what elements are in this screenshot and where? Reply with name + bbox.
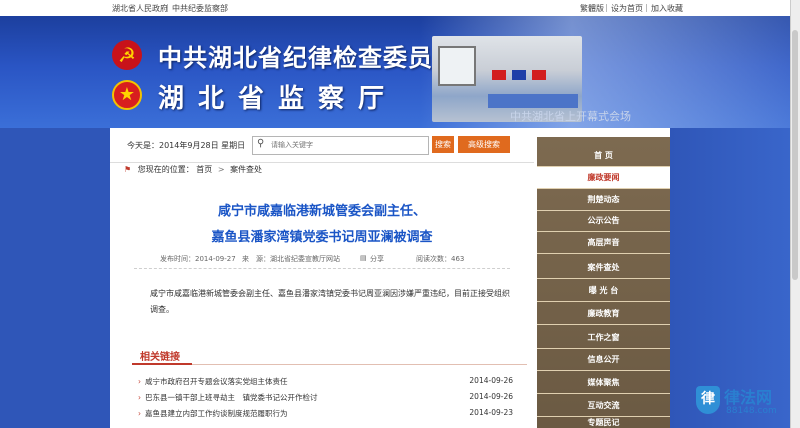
link-set-homepage[interactable]: 设为首页 bbox=[611, 3, 643, 14]
search-input[interactable] bbox=[271, 139, 421, 150]
share-button[interactable]: 分享 bbox=[370, 254, 384, 264]
bullet-arrow-icon: › bbox=[138, 377, 141, 386]
breadcrumb-prefix: 您现在的位置： bbox=[137, 165, 194, 174]
link-separator: | bbox=[605, 3, 608, 12]
view-count: 阅读次数：463 bbox=[416, 255, 465, 263]
link-separator: | bbox=[645, 3, 648, 12]
scrollbar-thumb[interactable] bbox=[792, 30, 798, 280]
link-traditional-chinese[interactable]: 繁體版 bbox=[580, 3, 604, 14]
photo-desk bbox=[488, 94, 578, 108]
publish-time: 发布时间：2014-09-27 bbox=[160, 255, 236, 263]
breadcrumb-home[interactable]: 首页 bbox=[196, 165, 212, 174]
list-item[interactable]: › 咸宁市政府召开专题会议落实党组主体责任 2014-09-26 bbox=[138, 376, 513, 390]
sidebar-item-leadership[interactable]: 高层声音 bbox=[537, 232, 670, 254]
sidebar-item-exposure[interactable]: 曝 光 台 bbox=[537, 280, 670, 302]
related-link-date: 2014-09-26 bbox=[469, 392, 513, 401]
meta-divider bbox=[134, 268, 510, 269]
bullet-arrow-icon: › bbox=[138, 409, 141, 418]
watermark-text: 律法网 bbox=[724, 388, 773, 407]
sidebar-item-jingchu[interactable]: 荆楚动态 bbox=[537, 189, 670, 211]
share-icon[interactable]: ▤ bbox=[360, 254, 367, 262]
sidebar-item-interaction[interactable]: 互动交流 bbox=[537, 395, 670, 417]
sidebar-item-education[interactable]: 廉政教育 bbox=[537, 303, 670, 325]
list-item[interactable]: › 嘉鱼县建立内部工作约谈制度规范履职行为 2014-09-23 bbox=[138, 408, 513, 422]
banner-title-commission: 中共湖北省纪律检查委员会 bbox=[158, 43, 458, 72]
article-source: 来 源：湖北省纪委宣教厅网站 bbox=[242, 255, 340, 263]
top-link-bar: 湖北省人民政府 | 中共纪委监察部 繁體版 | 设为首页 | 加入收藏 bbox=[0, 0, 800, 17]
sidebar-item-clean-news[interactable]: 廉政要闻 bbox=[537, 166, 670, 189]
breadcrumb-separator: > bbox=[217, 165, 225, 174]
search-box[interactable]: ⚲ bbox=[252, 136, 429, 155]
shield-logo-icon: 律 bbox=[696, 386, 720, 414]
list-item[interactable]: › 巴东县一镇干部上班寻劫主 镇党委书记公开作检讨 2014-09-26 bbox=[138, 392, 513, 406]
article-title-line2: 嘉鱼县潘家湾镇党委书记周亚澜被调查 bbox=[211, 230, 433, 245]
breadcrumb: ⚑ 您现在的位置： 首页 > 案件查处 bbox=[124, 164, 534, 178]
right-background bbox=[670, 128, 800, 428]
article-title-line1: 咸宁市咸嘉临港新城管委会副主任、 bbox=[217, 204, 426, 219]
current-date: 今天是：2014年9月28日 星期日 bbox=[127, 141, 246, 150]
sidebar-item-special[interactable]: 专题民记 bbox=[537, 417, 670, 428]
photo-flag-blue bbox=[512, 70, 526, 80]
site-watermark: 律 律法网 88148.com bbox=[696, 384, 788, 424]
link-add-favorite[interactable]: 加入收藏 bbox=[651, 3, 683, 14]
sidebar-item-media[interactable]: 媒体聚焦 bbox=[537, 372, 670, 394]
site-banner: ☭ ★ 中共湖北省纪律检查委员会 湖北省监察厅 中共湖北省上开幕式会场 bbox=[0, 16, 800, 128]
related-link-date: 2014-09-26 bbox=[469, 376, 513, 385]
watermark-url: 88148.com bbox=[726, 406, 777, 416]
home-icon: ⚑ bbox=[124, 165, 132, 174]
link-separator: | bbox=[166, 3, 169, 12]
breadcrumb-current[interactable]: 案件查处 bbox=[230, 165, 262, 174]
banner-title-supervision: 湖北省监察厅 bbox=[158, 84, 399, 114]
sidebar-item-cases[interactable]: 案件查处 bbox=[537, 257, 670, 279]
related-links-header: 相关链接 bbox=[132, 346, 527, 365]
sidebar-item-work-window[interactable]: 工作之窗 bbox=[537, 327, 670, 349]
related-link-date: 2014-09-23 bbox=[469, 408, 513, 417]
national-emblem-icon: ★ bbox=[112, 80, 142, 110]
photo-flag-red bbox=[492, 70, 506, 80]
photo-window bbox=[438, 46, 476, 86]
sidebar-item-announcements[interactable]: 公示公告 bbox=[537, 210, 670, 232]
search-icon: ⚲ bbox=[257, 138, 265, 149]
sidebar-item-home[interactable]: 首 页 bbox=[537, 145, 670, 167]
search-bar: 今天是：2014年9月28日 星期日 ⚲ 搜索 高级搜索 bbox=[110, 128, 534, 163]
related-link-title[interactable]: 嘉鱼县建立内部工作约谈制度规范履职行为 bbox=[145, 409, 288, 418]
link-central-discipline[interactable]: 中共纪委监察部 bbox=[172, 3, 228, 14]
related-link-title[interactable]: 巴东县一镇干部上班寻劫主 镇党委书记公开作检讨 bbox=[145, 393, 318, 402]
party-emblem-icon: ☭ bbox=[112, 40, 142, 70]
bullet-arrow-icon: › bbox=[138, 393, 141, 402]
related-links-underline bbox=[132, 363, 192, 365]
sidebar-item-disclosure[interactable]: 信息公开 bbox=[537, 349, 670, 371]
photo-flag-red bbox=[532, 70, 546, 80]
article-body: 咸宁市咸嘉临港新城管委会副主任、嘉鱼县潘家湾镇党委书记周亚澜因涉嫌严重违纪，目前… bbox=[150, 289, 510, 314]
related-link-title[interactable]: 咸宁市政府召开专题会议落实党组主体责任 bbox=[145, 377, 288, 386]
related-links-label: 相关链接 bbox=[140, 352, 180, 363]
sidebar-nav: 首 页 廉政要闻 荆楚动态 公示公告 高层声音 案件查处 曝 光 台 廉政教育 … bbox=[537, 137, 670, 428]
advanced-search-button[interactable]: 高级搜索 bbox=[458, 136, 510, 153]
banner-meeting-caption: 中共湖北省上开幕式会场 bbox=[510, 110, 631, 123]
search-button[interactable]: 搜索 bbox=[432, 136, 454, 153]
link-hubei-government[interactable]: 湖北省人民政府 bbox=[112, 3, 168, 14]
